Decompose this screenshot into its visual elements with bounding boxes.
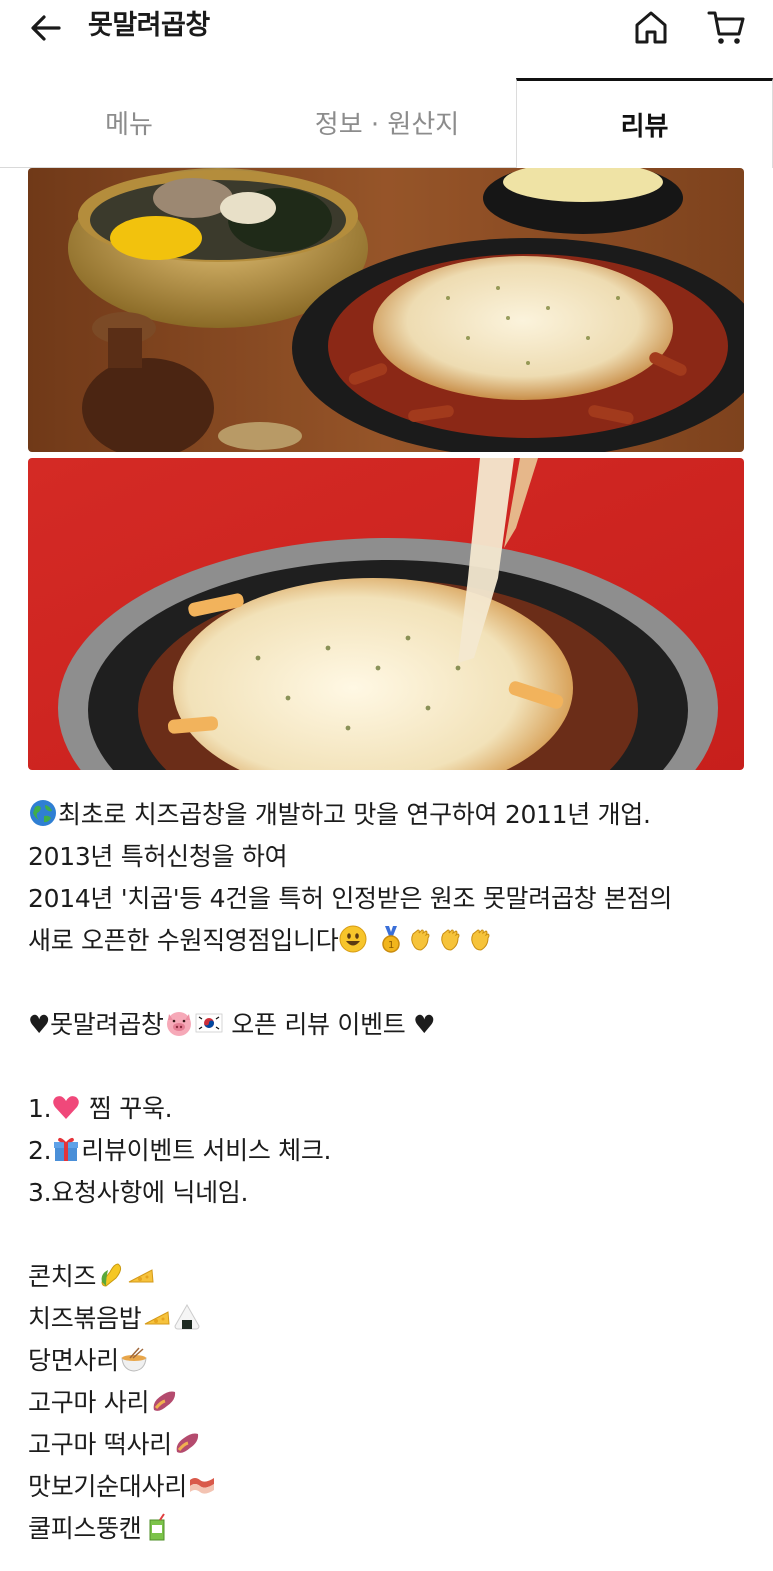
option-label: 고구마 떡사리	[28, 1430, 172, 1459]
sweet-potato-icon	[172, 1428, 202, 1458]
option-label: 콘치즈	[28, 1262, 97, 1291]
step-2-text: 리뷰이벤트 서비스 체크.	[81, 1136, 332, 1165]
tab-review[interactable]: 리뷰	[516, 78, 773, 168]
medal-icon: 1	[376, 924, 406, 954]
page-title: 못말려곱창	[88, 10, 210, 41]
option-corn-cheese: 콘치즈	[28, 1256, 748, 1298]
review-line-step-2: 2. 리뷰이벤트 서비스 체크.	[28, 1130, 748, 1172]
review-intro-2: 2013년 특허신청을 하여	[28, 842, 288, 871]
review-line-intro-4: 새로 오픈한 수원직영점입니다 1	[28, 920, 748, 962]
review-intro-4: 새로 오픈한 수원직영점입니다	[28, 926, 339, 955]
step-3-text: 3.요청사항에 닉네임.	[28, 1178, 249, 1207]
korea-flag-icon	[194, 1008, 224, 1038]
clapping-hands-icon	[466, 924, 496, 954]
step-1-number: 1.	[28, 1094, 52, 1123]
heart-icon	[51, 1092, 81, 1122]
review-photo-1[interactable]	[28, 168, 744, 452]
review-intro-1: 최초로 치즈곱창을 개발하고 맛을 연구하여 2011년 개업.	[58, 800, 651, 829]
noodle-bowl-icon	[119, 1344, 149, 1374]
review-text: 최초로 치즈곱창을 개발하고 맛을 연구하여 2011년 개업. 2013년 특…	[28, 794, 748, 1550]
option-label: 당면사리	[28, 1346, 119, 1375]
clapping-hands-icon	[406, 924, 436, 954]
tab-bar: 메뉴 정보 · 원산지 리뷰	[0, 78, 773, 168]
review-photo-2[interactable]	[28, 458, 744, 770]
option-label: 맛보기순대사리	[28, 1472, 187, 1501]
option-glass-noodles: 당면사리	[28, 1340, 748, 1382]
svg-text:1: 1	[388, 940, 394, 951]
review-intro-3: 2014년 '치곱'등 4건을 특허 인정받은 원조 못말려곱창 본점의	[28, 884, 673, 913]
review-line-step-1: 1. 찜 꾸욱.	[28, 1088, 748, 1130]
cart-button[interactable]	[702, 4, 750, 50]
clapping-hands-icon	[436, 924, 466, 954]
app-header: 못말려곱창	[0, 0, 773, 56]
option-cheese-fried-rice: 치즈볶음밥	[28, 1298, 748, 1340]
cart-icon	[707, 11, 745, 44]
juice-box-icon	[142, 1512, 172, 1542]
home-icon	[635, 11, 667, 44]
option-sundae-taster: 맛보기순대사리	[28, 1466, 748, 1508]
step-1-text: 찜 꾸욱.	[81, 1094, 173, 1123]
option-sweet-potato: 고구마 사리	[28, 1382, 748, 1424]
cheese-icon	[126, 1260, 156, 1290]
globe-icon	[28, 798, 58, 828]
corn-icon	[96, 1260, 126, 1290]
review-line-intro-1: 최초로 치즈곱창을 개발하고 맛을 연구하여 2011년 개업.	[28, 794, 748, 836]
option-coolpis-can: 쿨피스뚱캔	[28, 1508, 748, 1550]
option-label: 고구마 사리	[28, 1388, 150, 1417]
option-sweet-potato-rice-cake: 고구마 떡사리	[28, 1424, 748, 1466]
home-button[interactable]	[628, 4, 674, 50]
tab-info-origin[interactable]: 정보 · 원산지	[258, 78, 516, 168]
event-prefix: ♥못말려곱창	[28, 1010, 164, 1039]
smiley-icon	[338, 924, 368, 954]
review-line-event: ♥못말려곱창 오픈 리뷰 이벤트 ♥	[28, 1004, 748, 1046]
option-label: 치즈볶음밥	[28, 1304, 142, 1333]
rice-ball-icon	[172, 1302, 202, 1332]
arrow-left-icon	[31, 15, 61, 41]
tab-menu[interactable]: 메뉴	[0, 78, 258, 168]
gift-icon	[51, 1134, 81, 1164]
cheese-icon	[142, 1302, 172, 1332]
step-2-number: 2.	[28, 1136, 52, 1165]
sweet-potato-icon	[149, 1386, 179, 1416]
pig-face-icon	[164, 1008, 194, 1038]
event-suffix: 오픈 리뷰 이벤트 ♥	[223, 1010, 436, 1039]
option-label: 쿨피스뚱캔	[28, 1514, 142, 1543]
back-button[interactable]	[26, 8, 66, 48]
bacon-icon	[187, 1470, 217, 1500]
